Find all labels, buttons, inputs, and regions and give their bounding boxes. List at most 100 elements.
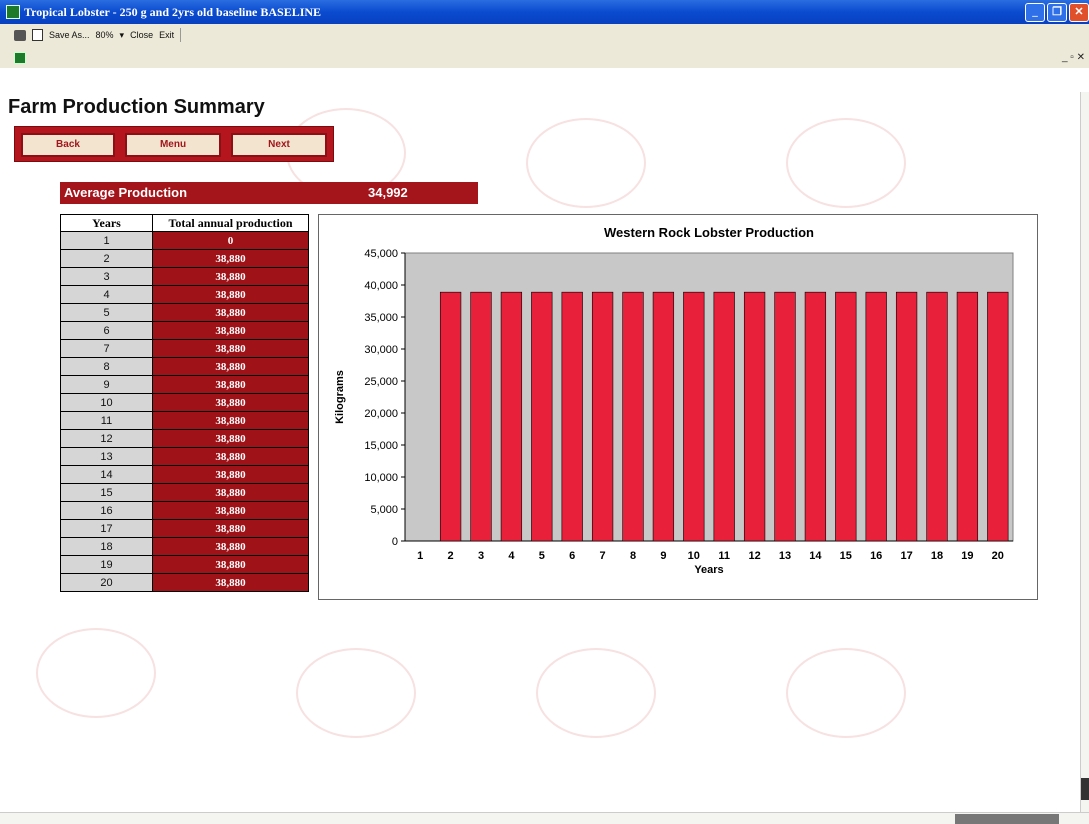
nav-bar: Back Menu Next — [14, 126, 334, 162]
production-cell[interactable]: 38,880 — [152, 321, 309, 340]
lobster-watermark — [786, 118, 906, 208]
table-row: 10 — [60, 231, 309, 250]
page-title: Farm Production Summary — [8, 96, 265, 118]
save-as-button[interactable]: Save As... — [49, 30, 90, 40]
year-cell[interactable]: 14 — [60, 465, 153, 484]
scrollbar-thumb[interactable] — [1081, 778, 1089, 800]
chart-bar — [865, 291, 887, 542]
year-cell[interactable]: 20 — [60, 573, 153, 592]
year-cell[interactable]: 19 — [60, 555, 153, 574]
minimize-button[interactable]: _ — [1025, 3, 1045, 22]
y-tick-label: 30,000 — [364, 344, 398, 356]
chart-bar — [561, 291, 583, 542]
year-cell[interactable]: 17 — [60, 519, 153, 538]
back-button[interactable]: Back — [21, 133, 115, 157]
production-cell[interactable]: 38,880 — [152, 303, 309, 322]
production-cell[interactable]: 38,880 — [152, 555, 309, 574]
production-cell[interactable]: 38,880 — [152, 249, 309, 268]
production-cell[interactable]: 38,880 — [152, 483, 309, 502]
horizontal-scrollbar[interactable] — [0, 812, 1089, 824]
production-cell[interactable]: 38,880 — [152, 411, 309, 430]
workbook-window-controls[interactable]: _ ▫ ✕ — [1062, 52, 1085, 63]
lobster-watermark — [36, 628, 156, 718]
production-cell[interactable]: 38,880 — [152, 285, 309, 304]
table-row: 2 38,880 — [60, 249, 309, 268]
chevron-down-icon[interactable]: ▾ — [120, 30, 125, 41]
x-tick-label: 10 — [688, 550, 700, 562]
table-row: 7 38,880 — [60, 339, 309, 358]
vertical-scrollbar[interactable] — [1080, 92, 1089, 812]
toolbar: Save As... 80% ▾ Close Exit _ ▫ ✕ — [0, 24, 1089, 68]
chart-bar — [956, 291, 979, 542]
close-window-button[interactable]: ✕ — [1069, 3, 1089, 22]
chart-bar — [622, 291, 644, 542]
exit-button[interactable]: Exit — [159, 30, 174, 40]
chart-bar — [743, 291, 766, 542]
chart-svg: Western Rock Lobster Production 0 5,000 10,… — [334, 225, 1014, 576]
x-tick-label: 15 — [840, 550, 852, 562]
x-tick-label: 6 — [569, 550, 575, 562]
print-preview-icon[interactable] — [32, 29, 43, 41]
production-cell[interactable]: 0 — [152, 231, 309, 250]
chart-bar — [439, 291, 462, 542]
year-cell[interactable]: 11 — [60, 411, 153, 430]
year-cell[interactable]: 16 — [60, 501, 153, 520]
production-cell[interactable]: 38,880 — [152, 393, 309, 412]
production-cell[interactable]: 38,880 — [152, 339, 309, 358]
x-tick-label: 18 — [931, 550, 943, 562]
production-cell[interactable]: 38,880 — [152, 573, 309, 592]
year-cell[interactable]: 1 — [60, 231, 153, 250]
years-header: Years — [60, 214, 153, 232]
chart-bar — [835, 291, 857, 542]
production-cell[interactable]: 38,880 — [152, 357, 309, 376]
x-tick-label: 1 — [417, 550, 423, 562]
year-cell[interactable]: 9 — [60, 375, 153, 394]
year-cell[interactable]: 2 — [60, 249, 153, 268]
y-tick-label: 10,000 — [364, 472, 398, 484]
close-button[interactable]: Close — [130, 30, 153, 40]
excel-icon — [6, 5, 20, 19]
production-table: Years Total annual production 1 0 2 38,880 3… — [60, 214, 309, 592]
year-cell[interactable]: 5 — [60, 303, 153, 322]
restore-button[interactable]: ❐ — [1047, 3, 1067, 22]
next-button[interactable]: Next — [231, 133, 327, 157]
year-cell[interactable]: 12 — [60, 429, 153, 448]
year-cell[interactable]: 15 — [60, 483, 153, 502]
menu-button[interactable]: Menu — [125, 133, 221, 157]
workbook-icon — [14, 52, 26, 64]
x-tick-label: 14 — [809, 550, 822, 562]
production-cell[interactable]: 38,880 — [152, 447, 309, 466]
production-cell[interactable]: 38,880 — [152, 375, 309, 394]
zoom-select[interactable]: 80% — [96, 30, 114, 40]
year-cell[interactable]: 4 — [60, 285, 153, 304]
plot-area — [404, 252, 1014, 542]
average-production-bar: Average Production 34,992 — [60, 182, 478, 204]
y-axis-title: Kilograms — [334, 370, 346, 424]
table-row: 16 38,880 — [60, 501, 309, 520]
year-cell[interactable]: 18 — [60, 537, 153, 556]
year-cell[interactable]: 8 — [60, 357, 153, 376]
production-cell[interactable]: 38,880 — [152, 501, 309, 520]
production-cell[interactable]: 38,880 — [152, 537, 309, 556]
table-row: 9 38,880 — [60, 375, 309, 394]
year-cell[interactable]: 7 — [60, 339, 153, 358]
year-cell[interactable]: 10 — [60, 393, 153, 412]
scrollbar-thumb[interactable] — [955, 814, 1059, 824]
year-cell[interactable]: 3 — [60, 267, 153, 286]
lobster-watermark — [296, 648, 416, 738]
x-tick-label: 20 — [992, 550, 1004, 562]
production-cell[interactable]: 38,880 — [152, 267, 309, 286]
x-axis-title: Years — [694, 564, 723, 576]
print-icon[interactable] — [14, 29, 26, 41]
lobster-watermark — [526, 118, 646, 208]
production-cell[interactable]: 38,880 — [152, 465, 309, 484]
table-row: 18 38,880 — [60, 537, 309, 556]
production-cell[interactable]: 38,880 — [152, 429, 309, 448]
year-cell[interactable]: 6 — [60, 321, 153, 340]
x-tick-label: 7 — [600, 550, 606, 562]
year-cell[interactable]: 13 — [60, 447, 153, 466]
chart-bar — [987, 291, 1009, 542]
production-cell[interactable]: 38,880 — [152, 519, 309, 538]
y-tick-label: 35,000 — [364, 312, 398, 324]
chart-bar — [470, 291, 492, 542]
